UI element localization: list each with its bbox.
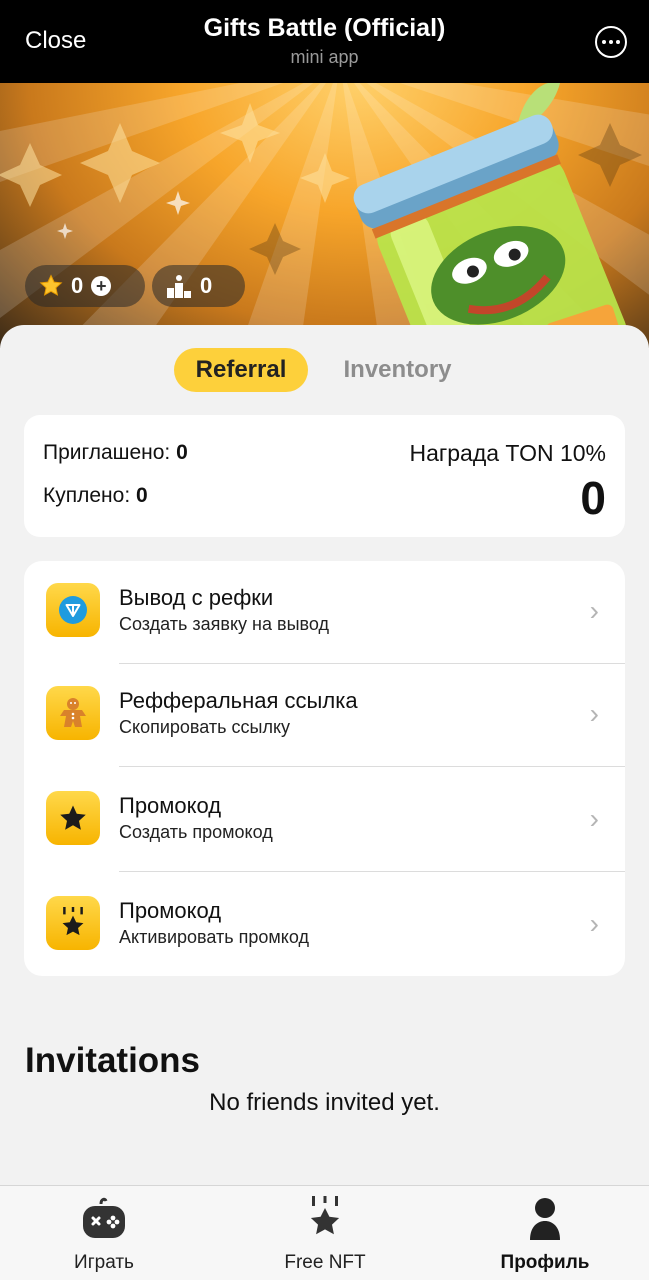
falling-star-icon <box>46 896 100 950</box>
app-title: Gifts Battle (Official) <box>203 14 446 42</box>
menu-item-subtitle: Скопировать ссылку <box>119 717 291 737</box>
bottom-navigation: Играть Free NFT Профиль <box>0 1185 649 1280</box>
falling-star-icon <box>310 1196 340 1235</box>
leaderboard-pill[interactable]: 0 <box>152 265 245 307</box>
profile-icon <box>530 1198 560 1240</box>
ton-icon <box>46 583 100 637</box>
leaderboard-value: 0 <box>200 273 213 298</box>
nav-free-nft[interactable]: Free NFT <box>225 1186 425 1280</box>
invited-value: 0 <box>176 441 188 464</box>
stars-balance-value: 0 <box>71 273 84 298</box>
bought-value: 0 <box>136 484 148 507</box>
star-icon <box>39 274 63 296</box>
app-subtitle: mini app <box>290 47 359 67</box>
menu-item-title: Рефферальная ссылка <box>119 688 358 713</box>
referral-link-item[interactable]: Рефферальная ссылка Скопировать ссылку › <box>24 664 625 767</box>
gamepad-icon <box>83 1197 125 1238</box>
bought-stat: Куплено: 0 <box>43 484 148 508</box>
gingerbread-icon <box>46 686 100 740</box>
hero-banner: 40 0 + 0 <box>0 83 649 348</box>
invitations-empty-state: No friends invited yet. <box>209 1089 440 1116</box>
more-options-icon[interactable] <box>595 26 627 58</box>
telegram-header: Close Gifts Battle (Official) mini app <box>0 0 649 83</box>
invited-label: Приглашено: <box>43 441 171 464</box>
nav-profile-label: Профиль <box>500 1252 590 1273</box>
invitations-heading: Invitations <box>25 1041 201 1080</box>
tab-bar: Referral Inventory <box>0 348 649 392</box>
pepe-jar-illustration: 40 <box>353 83 629 348</box>
nav-free-nft-label: Free NFT <box>284 1252 366 1273</box>
star-icon <box>46 791 100 845</box>
chevron-right-icon: › <box>589 698 599 729</box>
activate-promocode-item[interactable]: Промокод Активировать промкод › <box>24 874 625 976</box>
menu-item-subtitle: Создать заявку на вывод <box>119 614 329 634</box>
reward-label: Награда TON 10% <box>409 440 606 466</box>
tab-inventory[interactable]: Inventory <box>320 348 475 392</box>
menu-item-title: Вывод с рефки <box>119 585 274 610</box>
create-promocode-item[interactable]: Промокод Создать промокод › <box>24 769 625 872</box>
podium-icon <box>167 275 191 298</box>
referral-stats-card: Приглашено: 0 Куплено: 0 Награда TON 10%… <box>24 415 625 537</box>
main-sheet: Referral Inventory Приглашено: 0 Куплено… <box>0 325 649 1185</box>
referral-actions-list: Вывод с рефки Создать заявку на вывод › … <box>24 561 625 976</box>
bought-label: Куплено: <box>43 484 131 507</box>
divider <box>119 766 625 767</box>
add-stars-icon[interactable]: + <box>91 276 112 296</box>
nav-profile[interactable]: Профиль <box>445 1186 645 1280</box>
chevron-right-icon: › <box>589 595 599 626</box>
chevron-right-icon: › <box>589 908 599 939</box>
divider <box>119 871 625 872</box>
nav-play-label: Играть <box>74 1252 134 1273</box>
reward-value: 0 <box>580 472 606 524</box>
nav-play[interactable]: Играть <box>4 1186 204 1280</box>
menu-item-title: Промокод <box>119 898 222 923</box>
chevron-right-icon: › <box>589 803 599 834</box>
withdraw-referral-item[interactable]: Вывод с рефки Создать заявку на вывод › <box>24 561 625 664</box>
stars-balance-pill[interactable]: 0 + <box>25 265 145 307</box>
menu-item-title: Промокод <box>119 793 222 818</box>
menu-item-subtitle: Создать промокод <box>119 822 273 842</box>
menu-item-subtitle: Активировать промкод <box>119 927 309 947</box>
tab-referral[interactable]: Referral <box>174 348 308 392</box>
invited-stat: Приглашено: 0 <box>43 441 188 465</box>
